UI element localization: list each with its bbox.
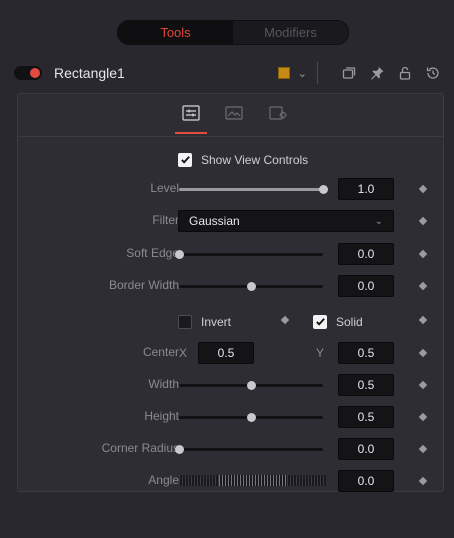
width-keyframe-icon[interactable] bbox=[418, 380, 428, 390]
corner-radius-slider[interactable] bbox=[175, 445, 323, 454]
solid-label: Solid bbox=[336, 314, 363, 329]
filter-dropdown[interactable]: Gaussian ⌄ bbox=[178, 210, 394, 232]
controls-icon bbox=[182, 104, 200, 126]
tab-modifiers[interactable]: Modifiers bbox=[233, 21, 348, 44]
filter-value: Gaussian bbox=[189, 214, 240, 228]
border-width-keyframe-icon[interactable] bbox=[418, 281, 428, 291]
center-keyframe-icon[interactable] bbox=[418, 348, 428, 358]
tab-tools[interactable]: Tools bbox=[118, 21, 233, 44]
center-label: Center bbox=[142, 345, 179, 359]
level-label: Level bbox=[150, 181, 179, 195]
filter-label: Filter bbox=[152, 213, 179, 227]
center-y-input[interactable]: 0.5 bbox=[338, 342, 394, 364]
inspector-subtabs bbox=[18, 94, 443, 137]
tool-enable-toggle[interactable] bbox=[14, 66, 42, 80]
invert-keyframe-icon[interactable] bbox=[280, 315, 290, 325]
show-view-controls-label: Show View Controls bbox=[201, 152, 309, 167]
level-slider[interactable] bbox=[179, 185, 328, 194]
angle-label: Angle bbox=[148, 473, 179, 487]
angle-thumbwheel[interactable] bbox=[179, 475, 326, 486]
pin-icon[interactable] bbox=[366, 62, 388, 84]
controls-tab[interactable] bbox=[178, 103, 204, 127]
level-slider-knob[interactable] bbox=[319, 185, 328, 194]
show-view-controls-checkbox[interactable] bbox=[178, 152, 192, 167]
filter-row: Filter Gaussian ⌄ bbox=[18, 210, 443, 232]
angle-input[interactable]: 0.0 bbox=[338, 470, 394, 492]
level-row: Level 1.0 bbox=[18, 178, 443, 200]
soft-edge-keyframe-icon[interactable] bbox=[418, 249, 428, 259]
level-input[interactable]: 1.0 bbox=[338, 178, 394, 200]
center-y-label: Y bbox=[316, 346, 325, 360]
divider bbox=[317, 62, 318, 84]
chevron-down-icon[interactable]: ⌄ bbox=[298, 67, 307, 80]
show-view-controls-row: Show View Controls bbox=[18, 148, 443, 170]
lock-icon[interactable] bbox=[394, 62, 416, 84]
tools-modifiers-switch: Tools Modifiers bbox=[117, 20, 349, 45]
active-tab-indicator bbox=[175, 132, 207, 134]
height-label: Height bbox=[144, 409, 179, 423]
soft-edge-row: Soft Edge 0.0 bbox=[18, 243, 443, 265]
border-width-row: Border Width 0.0 bbox=[18, 275, 443, 297]
border-width-input[interactable]: 0.0 bbox=[338, 275, 394, 297]
center-x-input[interactable]: 0.5 bbox=[198, 342, 254, 364]
filter-keyframe-icon[interactable] bbox=[418, 216, 428, 226]
border-width-slider[interactable] bbox=[179, 282, 323, 291]
width-label: Width bbox=[148, 377, 179, 391]
corner-radius-label: Corner Radius bbox=[101, 441, 179, 455]
width-row: Width 0.5 bbox=[18, 374, 443, 396]
width-slider[interactable] bbox=[179, 381, 323, 390]
border-width-label: Border Width bbox=[108, 278, 179, 292]
height-row: Height 0.5 bbox=[18, 406, 443, 428]
inspector-panel: Show View Controls Level 1.0 Filter Gaus… bbox=[17, 93, 444, 492]
border-width-slider-knob[interactable] bbox=[247, 282, 256, 291]
invert-checkbox[interactable] bbox=[178, 314, 192, 329]
tool-header: Rectangle1 ⌄ bbox=[14, 60, 444, 86]
solid-keyframe-icon[interactable] bbox=[418, 315, 428, 325]
height-slider-knob[interactable] bbox=[247, 413, 256, 422]
invert-label: Invert bbox=[201, 314, 232, 329]
corner-radius-keyframe-icon[interactable] bbox=[418, 444, 428, 454]
settings-tab[interactable] bbox=[265, 103, 291, 127]
settings-icon bbox=[269, 105, 287, 126]
level-keyframe-icon[interactable] bbox=[418, 184, 428, 194]
width-slider-knob[interactable] bbox=[247, 381, 256, 390]
corner-radius-slider-knob[interactable] bbox=[175, 445, 184, 454]
height-input[interactable]: 0.5 bbox=[338, 406, 394, 428]
angle-keyframe-icon[interactable] bbox=[418, 476, 428, 486]
chevron-down-icon: ⌄ bbox=[374, 216, 383, 227]
angle-row: Angle 0.0 bbox=[18, 470, 443, 492]
solid-checkbox[interactable] bbox=[313, 314, 327, 329]
tool-name: Rectangle1 bbox=[54, 65, 125, 81]
soft-edge-label: Soft Edge bbox=[126, 246, 179, 260]
invert-solid-row: Invert Solid bbox=[18, 309, 443, 331]
corner-radius-row: Corner Radius 0.0 bbox=[18, 438, 443, 460]
soft-edge-slider[interactable] bbox=[175, 250, 323, 259]
height-slider[interactable] bbox=[179, 413, 323, 422]
center-row: Center X 0.5 Y 0.5 bbox=[18, 342, 443, 364]
image-icon bbox=[225, 105, 243, 126]
soft-edge-input[interactable]: 0.0 bbox=[338, 243, 394, 265]
corner-radius-input[interactable]: 0.0 bbox=[338, 438, 394, 460]
copy-icon[interactable] bbox=[338, 62, 360, 84]
reset-icon[interactable] bbox=[422, 62, 444, 84]
center-x-label: X bbox=[179, 346, 188, 360]
width-input[interactable]: 0.5 bbox=[338, 374, 394, 396]
soft-edge-slider-knob[interactable] bbox=[175, 250, 184, 259]
tool-color-swatch[interactable] bbox=[277, 67, 290, 79]
image-tab[interactable] bbox=[221, 103, 247, 127]
height-keyframe-icon[interactable] bbox=[418, 412, 428, 422]
